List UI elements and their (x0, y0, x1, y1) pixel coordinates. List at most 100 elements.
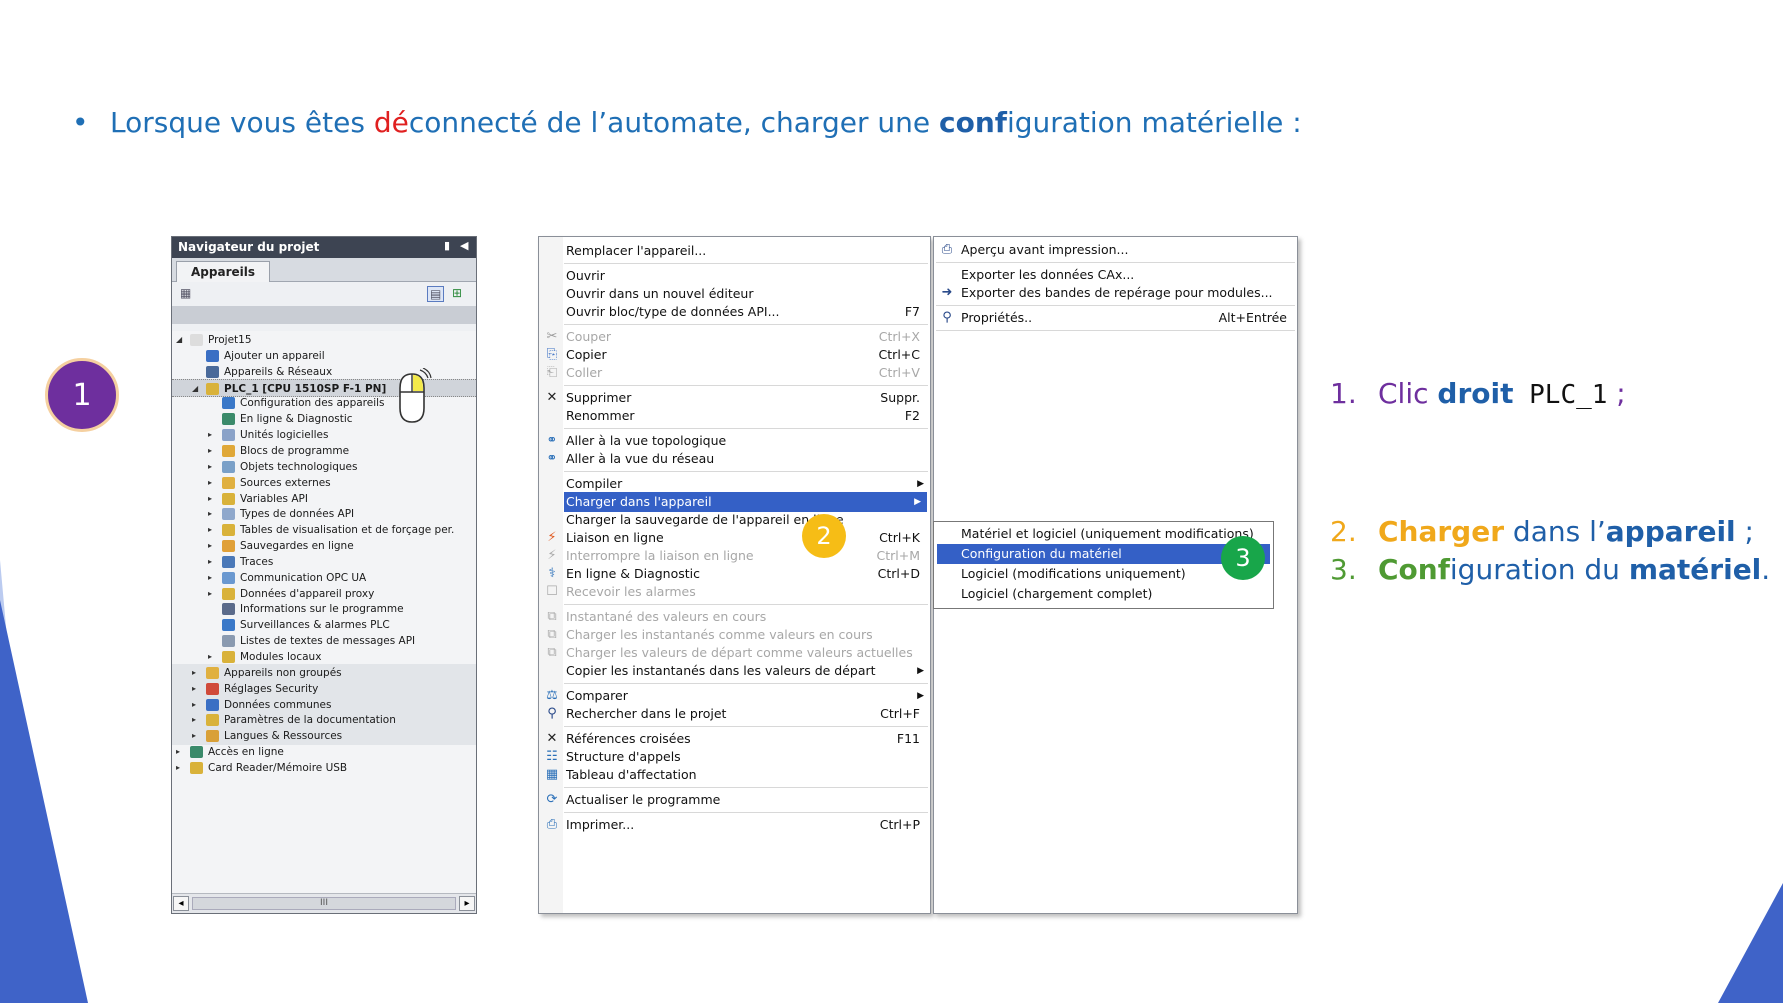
refresh-icon: ⟳ (546, 792, 558, 807)
menu-item[interactable]: ⚲ Rechercher dans le projet Ctrl+F (539, 704, 930, 724)
menu-item[interactable]: Charger dans l'appareil ▶ (564, 492, 927, 512)
tree-node-icon (206, 382, 219, 395)
menu-item-shortcut: Ctrl+C (878, 347, 920, 362)
properties-icon: ⚲ (942, 310, 952, 325)
submenu-item[interactable]: Configuration du matériel (937, 544, 1270, 564)
menu-item[interactable]: ⚲ Propriétés.. Alt+Entrée (934, 308, 1297, 328)
menu-item[interactable]: Remplacer l'appareil... (539, 241, 930, 261)
menu-item[interactable]: Compiler ▶ (539, 474, 930, 494)
scroll-thumb[interactable]: III (192, 897, 456, 910)
menu-item[interactable]: ⚕ En ligne & Diagnostic Ctrl+D (539, 564, 930, 584)
menu-item[interactable]: ✂ Couper Ctrl+X (539, 327, 930, 347)
menu-item[interactable]: Renommer F2 (539, 406, 930, 426)
menu-item[interactable]: ⚭ Aller à la vue du réseau (539, 449, 930, 469)
step-1-text-c: PLC_1 (1513, 380, 1608, 410)
tree-item-label: Card Reader/Mémoire USB (208, 761, 348, 774)
context-menu: Remplacer l'appareil... Ouvrir Ouvrir dans… (538, 236, 931, 914)
menu-item-shortcut: Ctrl+M (876, 548, 921, 563)
menu-item[interactable]: ⎙ Imprimer... Ctrl+P (539, 815, 930, 835)
menu-item-label: Ouvrir bloc/type de données API... (566, 304, 780, 319)
menu-item-label: Interrompre la liaison en ligne (566, 548, 754, 563)
menu-item[interactable]: Ouvrir dans un nouvel éditeur (539, 284, 930, 304)
horizontal-scrollbar[interactable]: ◂ III ▸ (172, 893, 476, 913)
step-2-text-b: dans l’ (1504, 515, 1606, 548)
tree-node-icon (206, 349, 219, 362)
view-details-icon[interactable]: ⊞ (452, 286, 462, 300)
online-icon: ⚡ (547, 530, 557, 545)
menu-item[interactable]: Charger la sauvegarde de l'appareil en l… (539, 510, 930, 530)
disconnect-icon: ⚡ (547, 548, 557, 563)
step-badge-1: 1 (45, 358, 119, 432)
collapsed-arrow-icon[interactable]: ▸ (176, 759, 186, 777)
menu-item-label: Charger dans l'appareil (566, 494, 712, 509)
step-badge-3: 3 (1221, 536, 1265, 580)
menu-item[interactable]: ⎘ Copier Ctrl+C (539, 345, 930, 365)
submenu-item[interactable]: Logiciel (modifications uniquement) (937, 564, 1270, 584)
menu-item[interactable]: ⚡ Interrompre la liaison en ligne Ctrl+M (539, 546, 930, 566)
step-3-text-d: . (1761, 553, 1771, 586)
menu-item[interactable]: ⚖ Comparer ▶ (539, 686, 930, 706)
collapse-left-icon[interactable]: ◀ (460, 239, 468, 252)
decor-triangle-right (1718, 883, 1783, 1003)
menu-item[interactable]: Copier les instantanés dans les valeurs … (539, 661, 930, 681)
menu-item[interactable]: ➜ Exporter des bandes de repérage pour mo… (934, 283, 1297, 303)
alarms-icon: ☐ (546, 584, 558, 599)
menu-item-label: Compiler (566, 476, 623, 491)
scroll-left-icon[interactable]: ◂ (173, 896, 189, 911)
tree-item[interactable]: ▸ Card Reader/Mémoire USB (172, 759, 476, 777)
menu-separator (564, 324, 928, 325)
tree-node-icon (222, 651, 235, 663)
decor-triangle-left (0, 600, 88, 1003)
tree-node-icon (206, 714, 219, 727)
tree-node-icon (206, 666, 219, 679)
menu-item-label: En ligne & Diagnostic (566, 566, 701, 581)
menu-item[interactable]: ⟳ Actualiser le programme (539, 790, 930, 810)
step-3-text-b: iguration du (1449, 553, 1629, 586)
menu-item[interactable]: ▦ Tableau d'affectation (539, 765, 930, 785)
submenu-arrow-icon: ▶ (914, 497, 921, 507)
step-1-text-b: droit (1437, 377, 1514, 410)
menu-item[interactable]: ☐ Recevoir les alarmes (539, 582, 930, 602)
cross-reference-icon: ✕ (546, 731, 558, 746)
tree-node-icon (222, 603, 235, 616)
topology-icon: ⚭ (546, 433, 558, 448)
menu-item-shortcut: Ctrl+X (878, 329, 920, 344)
print-preview-icon: ⎙ (941, 242, 953, 257)
menu-item[interactable]: ⧉ Instantané des valeurs en cours (539, 607, 930, 627)
menu-item[interactable]: ⧉ Charger les instantanés comme valeurs e… (539, 625, 930, 645)
menu-item[interactable]: Ouvrir (539, 266, 930, 286)
menu-item-shortcut: F7 (904, 304, 920, 319)
step-1-text-d: ; (1607, 377, 1626, 410)
pin-icon[interactable]: ▮ (444, 239, 450, 252)
submenu-item[interactable]: Logiciel (chargement complet) (937, 584, 1270, 604)
tree-node-icon (222, 524, 235, 537)
menu-item-label: Aller à la vue topologique (566, 433, 727, 448)
add-project-icon[interactable]: ▦ (180, 286, 191, 300)
step-3: 3. Configuration du matériel. (1330, 553, 1770, 586)
menu-item[interactable]: ⧉ Charger les valeurs de départ comme val… (539, 643, 930, 663)
menu-item-label: Renommer (566, 408, 635, 423)
step-3-number: 3. (1330, 553, 1357, 586)
headline-part1: Lorsque vous êtes (110, 106, 374, 139)
menu-item[interactable]: Ouvrir bloc/type de données API... F7 (539, 302, 930, 322)
menu-separator (564, 263, 928, 264)
submenu-arrow-icon: ▶ (917, 479, 924, 489)
network-icon: ⚭ (546, 451, 558, 466)
menu-item[interactable]: ✕ Références croisées F11 (539, 729, 930, 749)
menu-item[interactable]: ⚭ Aller à la vue topologique (539, 431, 930, 451)
view-overview-icon[interactable]: ▤ (427, 286, 445, 302)
navigator-separator (172, 306, 476, 324)
step-2: 2. Charger dans l’appareil ; (1330, 515, 1754, 548)
menu-item[interactable]: ✕ Supprimer Suppr. (539, 388, 930, 408)
menu-item[interactable]: ☷ Structure d'appels (539, 747, 930, 767)
submenu-item[interactable]: Matériel et logiciel (uniquement modific… (937, 524, 1270, 544)
menu-item[interactable]: Exporter les données CAx... (934, 265, 1297, 285)
menu-item[interactable]: ⚡ Liaison en ligne Ctrl+K (539, 528, 930, 548)
menu-item[interactable]: ⎗ Coller Ctrl+V (539, 363, 930, 383)
menu-item[interactable]: ⎙ Aperçu avant impression... (934, 240, 1297, 260)
search-icon: ⚲ (547, 706, 557, 721)
tab-appareils[interactable]: Appareils (176, 261, 270, 282)
load-start-values-icon: ⧉ (547, 645, 557, 660)
scroll-right-icon[interactable]: ▸ (459, 896, 475, 911)
assignment-table-icon: ▦ (545, 767, 559, 782)
